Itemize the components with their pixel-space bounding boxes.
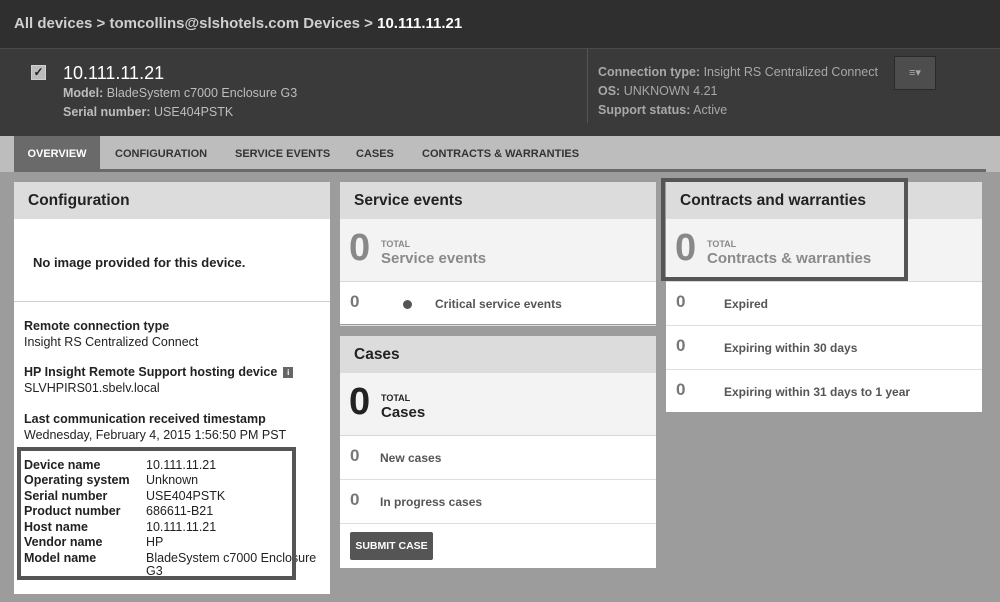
connection-type-label: Connection type: [598,65,701,79]
device-serial-label: Serial number: [63,105,151,119]
tab-bar: OVERVIEW CONFIGURATION SERVICE EVENTS CA… [0,136,1000,172]
os-info: OS: UNKNOWN 4.21 [598,84,718,98]
hosting-device-label: HP Insight Remote Support hosting device… [24,365,294,379]
expiring-year-count: 0 [676,380,686,399]
menu-icon[interactable]: ≡▾ [894,56,936,90]
device-header: ✓ 10.111.11.21 Model: BladeSystem c7000 … [0,48,1000,136]
connection-type-value: Insight RS Centralized Connect [703,65,878,79]
device-details-highlight [17,447,296,580]
remote-connection-type-value: Insight RS Centralized Connect [24,335,199,349]
connection-type: Connection type: Insight RS Centralized … [598,65,878,79]
support-status-value: Active [693,103,728,117]
device-serial-value: USE404PSTK [154,105,234,119]
os-value: UNKNOWN 4.21 [623,84,718,98]
tab-underline [14,169,986,172]
service-events-total-caption: TOTAL [381,239,411,249]
configuration-divider [14,301,330,302]
expiring-year-row[interactable]: 0 Expiring within 31 days to 1 year [666,370,982,414]
tab-configuration[interactable]: CONFIGURATION [102,136,220,172]
service-events-panel: Service events 0 TOTAL Service events 0 … [340,182,656,326]
service-events-total-count: 0 [349,227,371,269]
service-events-total-label: Service events [381,250,487,267]
support-status: Support status: Active [598,103,727,117]
service-events-heading: Service events [340,182,656,219]
info-icon[interactable]: i [283,367,294,378]
breadcrumb: All devices > tomcollins@slshotels.com D… [0,0,1000,48]
header-divider [587,49,588,123]
last-communication-label: Last communication received timestamp [24,412,266,426]
remote-connection-type-label: Remote connection type [24,319,170,333]
tab-contracts-warranties[interactable]: CONTRACTS & WARRANTIES [409,136,592,172]
new-cases-row[interactable]: 0 New cases [340,436,656,480]
critical-service-events-label: Critical service events [435,297,562,311]
in-progress-cases-row[interactable]: 0 In progress cases [340,480,656,524]
last-communication-value: Wednesday, February 4, 2015 1:56:50 PM P… [24,428,287,442]
cases-panel: Cases 0 TOTAL Cases 0 New cases 0 In pro… [340,336,656,568]
expiring-30-row[interactable]: 0 Expiring within 30 days [666,326,982,370]
new-cases-count: 0 [350,446,360,465]
status-dot-icon [403,300,412,309]
tab-overview[interactable]: OVERVIEW [14,136,100,172]
expiring-30-count: 0 [676,336,686,355]
device-serial: Serial number: USE404PSTK [63,105,233,119]
new-cases-label: New cases [380,451,442,465]
submit-case-button[interactable]: SUBMIT CASE [350,532,433,560]
cases-total-count: 0 [349,381,371,423]
cases-total[interactable]: 0 TOTAL Cases [340,373,656,436]
os-label: OS: [598,84,621,98]
expiring-year-label: Expiring within 31 days to 1 year [724,385,911,399]
contracts-highlight [661,178,908,281]
breadcrumb-path[interactable]: All devices > tomcollins@slshotels.com D… [14,15,377,32]
no-image-message: No image provided for this device. [33,255,246,270]
configuration-heading: Configuration [14,182,330,219]
hosting-device-label-text: HP Insight Remote Support hosting device [24,365,278,379]
support-status-label: Support status: [598,103,691,117]
device-title: 10.111.11.21 [63,63,165,83]
tab-service-events[interactable]: SERVICE EVENTS [222,136,343,172]
tab-cases[interactable]: CASES [343,136,407,172]
expiring-30-label: Expiring within 30 days [724,341,858,355]
cases-heading: Cases [340,336,656,373]
critical-service-events-count: 0 [350,292,360,311]
device-checkbox[interactable]: ✓ [31,65,46,80]
device-model-label: Model: [63,86,104,100]
expired-count: 0 [676,292,686,311]
in-progress-cases-label: In progress cases [380,495,483,509]
expired-label: Expired [724,297,769,311]
device-model: Model: BladeSystem c7000 Enclosure G3 [63,86,297,100]
service-events-total[interactable]: 0 TOTAL Service events [340,219,656,282]
cases-total-label: Cases [381,404,426,421]
breadcrumb-current: 10.111.11.21 [377,15,463,32]
in-progress-cases-count: 0 [350,490,360,509]
critical-service-events-row[interactable]: 0 Critical service events [340,282,656,326]
hosting-device-value: SLVHPIRS01.sbelv.local [24,381,160,395]
device-model-value: BladeSystem c7000 Enclosure G3 [106,86,298,100]
expired-row[interactable]: 0 Expired [666,282,982,326]
cases-total-caption: TOTAL [381,393,411,403]
